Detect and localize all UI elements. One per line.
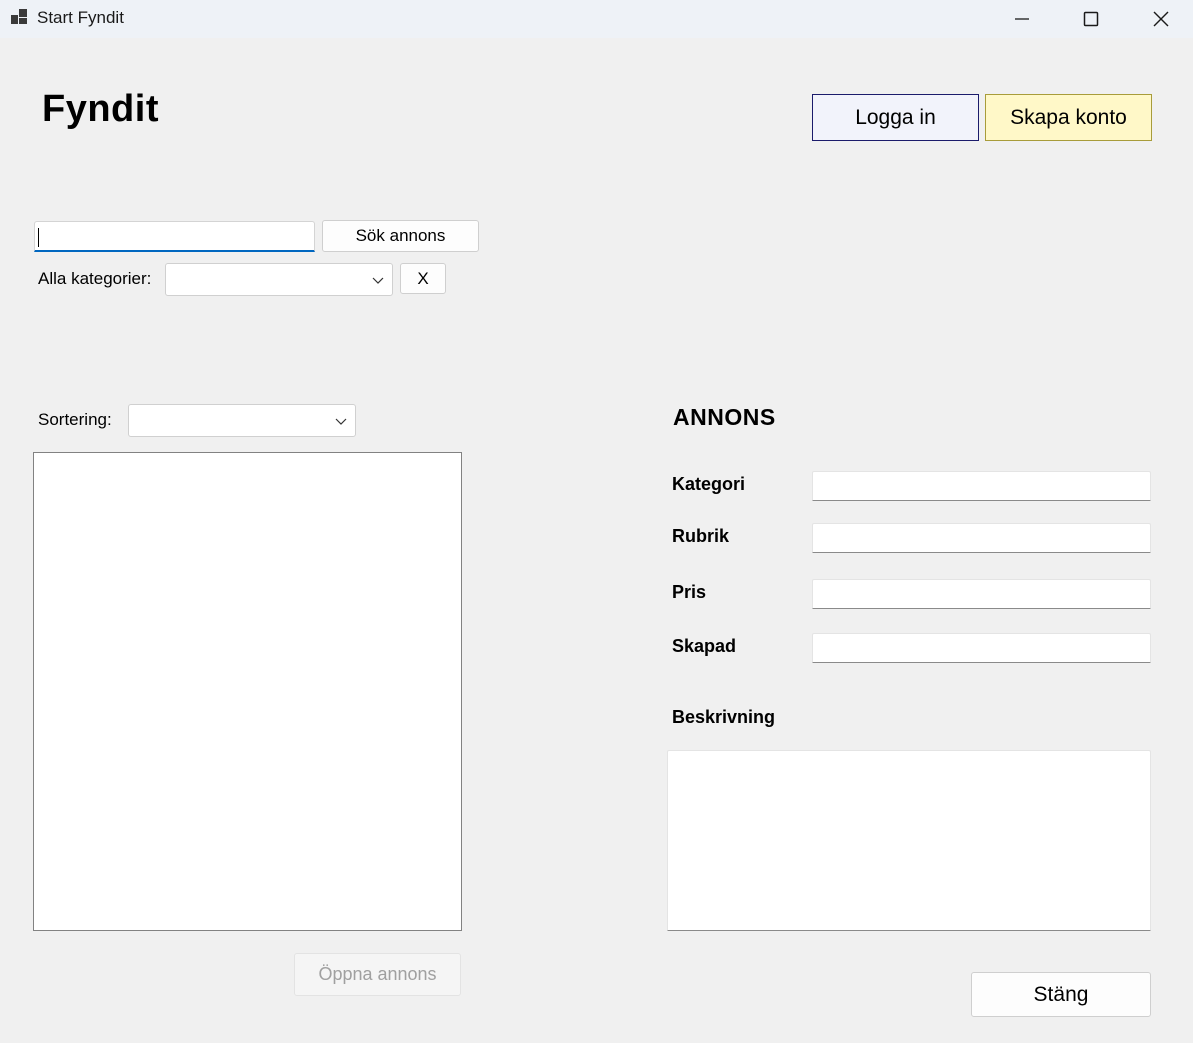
minimize-icon [1015,18,1029,20]
category-label: Kategori [672,474,746,494]
maximize-icon [1083,11,1099,27]
app-window-icon [11,9,27,25]
created-label: Skapad [672,636,737,656]
window-title: Start Fyndit [37,8,124,27]
created-field[interactable] [812,633,1151,663]
login-button[interactable]: Logga in [812,94,979,141]
close-icon [1153,11,1169,27]
close-button[interactable]: Stäng [971,972,1151,1017]
close-window-button[interactable] [1126,0,1193,38]
ad-heading: ANNONS [673,404,776,430]
app-title: Fyndit [42,88,159,130]
main-window: Start Fyndit Fyndit Logga in Skapa konto… [0,0,1193,1043]
title-bar: Start Fyndit [0,0,1193,38]
maximize-button[interactable] [1056,0,1126,38]
title-field[interactable] [812,523,1151,553]
description-field[interactable] [667,750,1151,931]
text-caret [38,228,39,247]
chevron-down-icon [372,277,384,284]
description-label: Beskrivning [672,707,776,727]
ad-listbox[interactable] [33,452,462,931]
minimize-button[interactable] [987,0,1057,38]
open-ad-button: Öppna annons [294,953,461,996]
search-input[interactable] [34,221,315,252]
search-ad-button[interactable]: Sök annons [322,220,479,252]
chevron-down-icon [335,418,347,425]
sort-label: Sortering: [38,410,112,429]
price-label: Pris [672,582,707,602]
categories-label: Alla kategorier: [38,269,152,288]
title-label: Rubrik [672,526,730,546]
category-field[interactable] [812,471,1151,501]
categories-dropdown[interactable] [165,263,393,296]
sort-dropdown[interactable] [128,404,356,437]
clear-filter-button[interactable]: X [400,263,446,294]
price-field[interactable] [812,579,1151,609]
create-account-button[interactable]: Skapa konto [985,94,1152,141]
